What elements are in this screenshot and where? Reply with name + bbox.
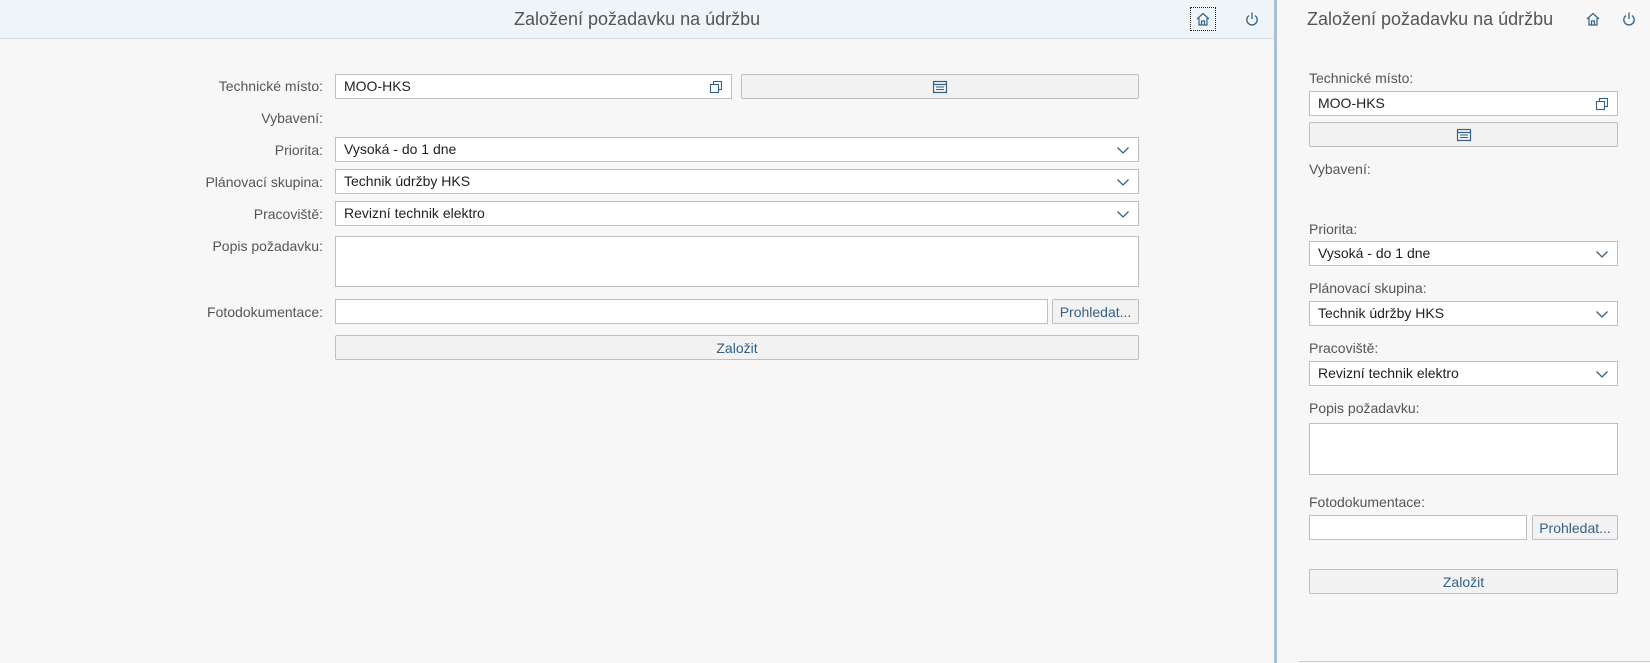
logout-button[interactable]	[1616, 7, 1642, 31]
planovaci-skupina-label: Plánovací skupina:	[205, 174, 323, 190]
app-root: Založení požadavku na údržbu Technické m…	[0, 0, 1650, 663]
power-icon	[1623, 12, 1635, 26]
home-button[interactable]	[1190, 7, 1216, 31]
page-title: Založení požadavku na údržbu	[514, 9, 761, 29]
catalog-icon	[1456, 128, 1471, 141]
technicke-misto-input[interactable]: MOO-HKS	[1309, 91, 1618, 116]
fotodokumentace-label: Fotodokumentace:	[1309, 494, 1425, 510]
pracoviste-select[interactable]: Revizní technik elektro	[1309, 361, 1618, 386]
planovaci-skupina-label: Plánovací skupina:	[1309, 280, 1427, 296]
bottom-divider	[1299, 661, 1650, 662]
pracoviste-label: Pracoviště:	[1309, 340, 1379, 356]
submit-button[interactable]: Založit	[1309, 569, 1618, 594]
home-icon	[1196, 12, 1210, 26]
fotodokumentace-input[interactable]	[335, 299, 1048, 324]
pracoviste-select[interactable]: Revizní technik elektro	[335, 201, 1139, 226]
popis-label: Popis požadavku:	[1309, 400, 1420, 416]
chevron-down-icon[interactable]	[1593, 305, 1611, 323]
fotodokumentace-input[interactable]	[1309, 515, 1527, 540]
value-help-icon[interactable]	[1593, 95, 1611, 113]
browse-button[interactable]: Prohledat...	[1052, 299, 1139, 324]
planovaci-skupina-select[interactable]: Technik údržby HKS	[335, 169, 1139, 194]
value-help-icon[interactable]	[707, 78, 725, 96]
browse-button[interactable]: Prohledat...	[1532, 515, 1618, 540]
priorita-select[interactable]: Vysoká - do 1 dne	[1309, 241, 1618, 266]
planovaci-skupina-select[interactable]: Technik údržby HKS	[1309, 301, 1618, 326]
catalog-button[interactable]	[1309, 122, 1618, 147]
technicke-misto-input[interactable]: MOO-HKS	[335, 74, 732, 99]
popis-label: Popis požadavku:	[212, 238, 323, 254]
chevron-down-icon[interactable]	[1114, 173, 1132, 191]
catalog-button[interactable]	[741, 74, 1139, 99]
priorita-select[interactable]: Vysoká - do 1 dne	[335, 137, 1139, 162]
page-title: Založení požadavku na údržbu	[1307, 9, 1554, 29]
vybaveni-label: Vybavení:	[261, 110, 323, 126]
priorita-label: Priorita:	[274, 142, 323, 158]
logout-button[interactable]	[1239, 7, 1265, 31]
chevron-down-icon[interactable]	[1114, 205, 1132, 223]
catalog-icon	[932, 80, 948, 93]
home-button[interactable]	[1580, 7, 1606, 31]
popis-textarea[interactable]	[1309, 423, 1618, 475]
chevron-down-icon[interactable]	[1114, 141, 1132, 159]
home-icon	[1586, 12, 1600, 26]
fotodokumentace-label: Fotodokumentace:	[207, 304, 323, 320]
shell-header: Založení požadavku na údržbu	[0, 0, 1274, 39]
main-pane: Založení požadavku na údržbu Technické m…	[0, 0, 1274, 663]
chevron-down-icon[interactable]	[1593, 245, 1611, 263]
preview-pane: Založení požadavku na údržbu Technické m…	[1277, 0, 1650, 663]
submit-button[interactable]: Založit	[335, 335, 1139, 360]
popis-textarea[interactable]	[335, 236, 1139, 287]
pracoviste-label: Pracoviště:	[253, 206, 323, 222]
technicke-misto-label: Technické místo:	[1309, 70, 1414, 86]
power-icon	[1246, 12, 1258, 26]
vybaveni-label: Vybavení:	[1309, 161, 1371, 177]
priorita-label: Priorita:	[1309, 221, 1358, 237]
technicke-misto-label: Technické místo:	[218, 78, 323, 94]
chevron-down-icon[interactable]	[1593, 365, 1611, 383]
